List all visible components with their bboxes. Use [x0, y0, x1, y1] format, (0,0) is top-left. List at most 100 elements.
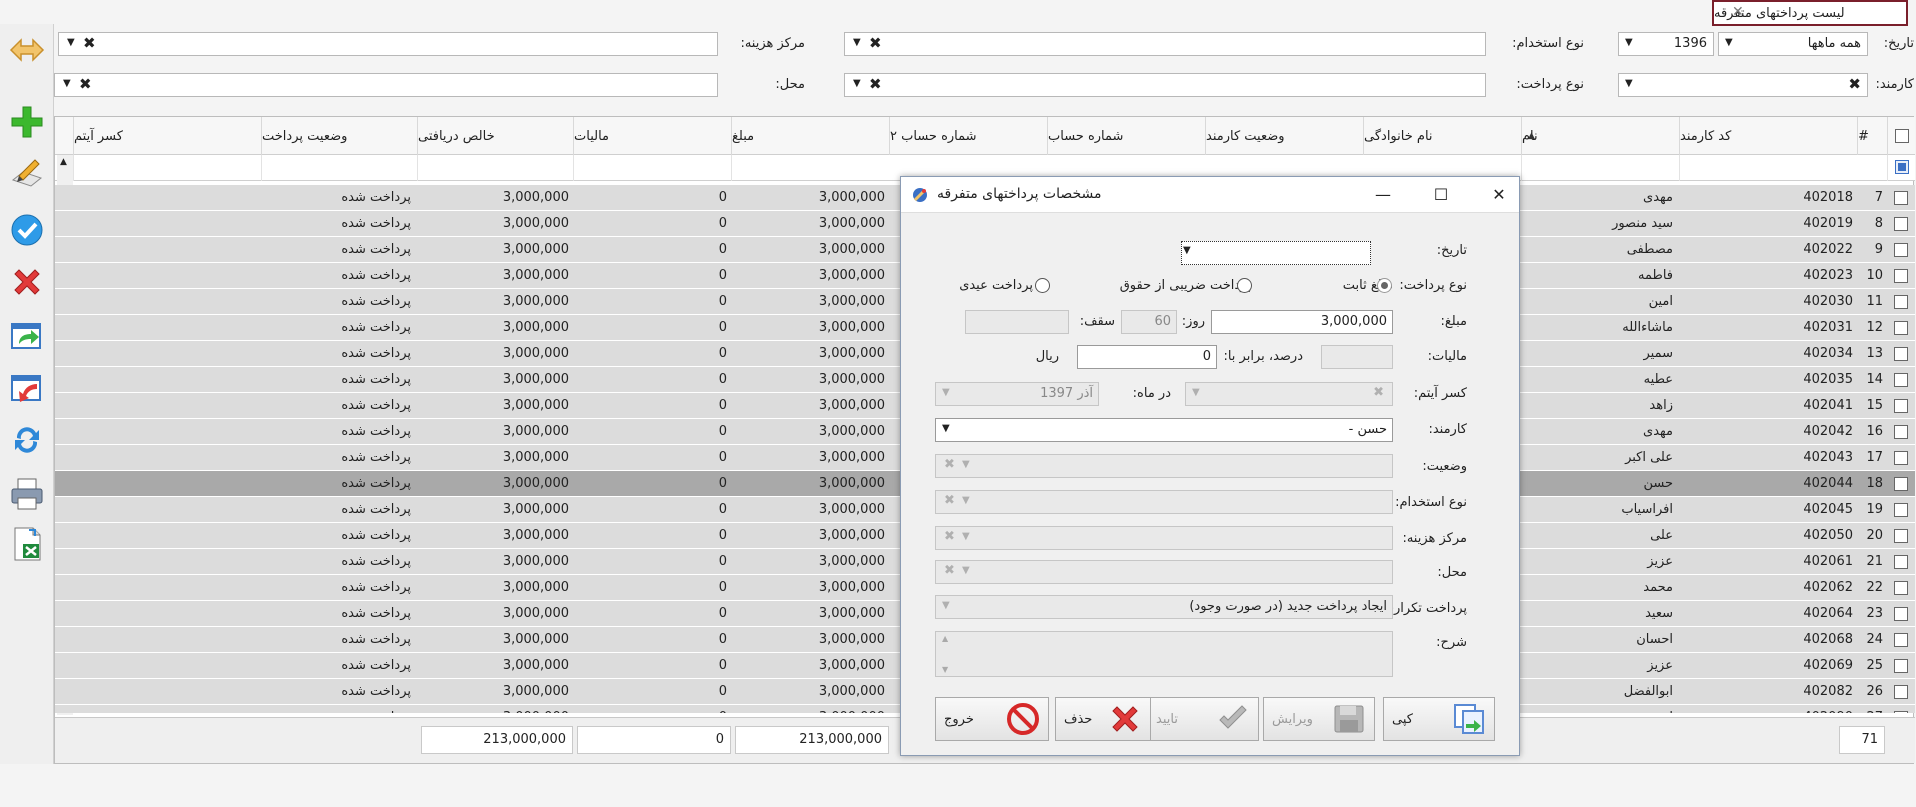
edit-button[interactable]: ویرایش — [1263, 697, 1375, 741]
print-icon[interactable] — [7, 474, 47, 514]
tax-percent-input[interactable] — [1321, 345, 1393, 369]
chevron-down-icon[interactable]: ▼ — [853, 78, 861, 89]
row-checkbox[interactable] — [1894, 373, 1908, 387]
chevron-down-icon[interactable]: ▼ — [63, 78, 71, 89]
clear-icon[interactable]: ✖ — [944, 457, 955, 472]
header-net-received[interactable]: خالص دریافتی — [417, 117, 573, 155]
row-checkbox[interactable] — [1894, 191, 1908, 205]
close-tab-icon[interactable]: ✕ — [1732, 4, 1744, 20]
chevron-down-icon[interactable]: ▼ — [1625, 78, 1633, 89]
row-checkbox[interactable] — [1894, 607, 1908, 621]
filter-cell[interactable] — [261, 155, 417, 181]
row-checkbox[interactable] — [1894, 217, 1908, 231]
swap-arrows-icon[interactable] — [7, 30, 47, 70]
header-payment-status[interactable]: وضعیت پرداخت — [261, 117, 417, 155]
filter-cell[interactable] — [1679, 155, 1887, 181]
header-deduction-item[interactable]: کسر آیتم — [73, 117, 261, 155]
dialog-status-select[interactable]: ✖ ▼ — [935, 454, 1393, 478]
header-account-no[interactable]: شماره حساب — [1047, 117, 1205, 155]
opt-coef-radio[interactable] — [1237, 278, 1252, 293]
chevron-down-icon[interactable]: ▼ — [962, 531, 970, 542]
clear-icon[interactable]: ✖ — [944, 493, 955, 508]
clear-icon[interactable]: ✖ — [869, 34, 882, 52]
clear-icon[interactable]: ✖ — [83, 34, 96, 52]
row-checkbox[interactable] — [1894, 711, 1908, 713]
deduct-item-select[interactable]: ✖ ▼ — [1185, 382, 1393, 406]
opt-fixed-radio[interactable] — [1377, 278, 1392, 293]
row-checkbox[interactable] — [1894, 243, 1908, 257]
filter-row-icon[interactable] — [1895, 160, 1909, 174]
delete-button[interactable]: حذف — [1055, 697, 1151, 741]
row-checkbox[interactable] — [1894, 555, 1908, 569]
filter-row-icon-cell[interactable] — [1887, 155, 1915, 181]
row-checkbox[interactable] — [1894, 347, 1908, 361]
location-select[interactable]: ✖ ▼ — [54, 73, 718, 97]
employment-type-select[interactable]: ✖ ▼ — [844, 32, 1486, 56]
clear-icon[interactable]: ✖ — [944, 529, 955, 544]
import-icon[interactable] — [7, 368, 47, 408]
clear-icon[interactable]: ✖ — [79, 75, 92, 93]
year-select[interactable]: 1396 ▼ — [1618, 32, 1714, 56]
minimize-icon[interactable]: — — [1371, 183, 1395, 207]
row-checkbox[interactable] — [1894, 425, 1908, 439]
maximize-icon[interactable]: ☐ — [1429, 183, 1453, 207]
chevron-down-icon[interactable]: ▼ — [1725, 37, 1733, 48]
chevron-down-icon[interactable]: ▼ — [942, 423, 950, 434]
chevron-down-icon[interactable]: ▼ — [942, 600, 950, 611]
header-account-no-2[interactable]: شماره حساب ۲ — [889, 117, 1047, 155]
header-employee-status[interactable]: وضعیت کارمند — [1205, 117, 1363, 155]
cost-center-select[interactable]: ✖ ▼ — [58, 32, 718, 56]
close-icon[interactable]: ✕ — [1487, 183, 1511, 207]
scroll-up-icon[interactable]: ▲ — [942, 634, 948, 643]
clear-icon[interactable]: ✖ — [1373, 385, 1384, 400]
chevron-down-icon[interactable]: ▼ — [67, 37, 75, 48]
filter-cell[interactable] — [417, 155, 573, 181]
clear-icon[interactable]: ✖ — [869, 75, 882, 93]
ceiling-input[interactable] — [965, 310, 1069, 334]
chevron-down-icon[interactable]: ▼ — [962, 565, 970, 576]
add-icon[interactable] — [7, 102, 47, 142]
row-checkbox[interactable] — [1894, 399, 1908, 413]
payment-type-select[interactable]: ✖ ▼ — [844, 73, 1486, 97]
month-picker[interactable]: آذر 1397 ▼ — [935, 382, 1099, 406]
filter-cell[interactable] — [1521, 155, 1679, 181]
dialog-date-input[interactable] — [1181, 241, 1371, 265]
dialog-cost-center-select[interactable]: ✖ ▼ — [935, 526, 1393, 550]
delete-icon[interactable] — [7, 262, 47, 302]
document-tab[interactable]: لیست پرداختهای متفرقه ✕ — [1712, 0, 1908, 26]
confirm-icon[interactable] — [7, 210, 47, 250]
tax-amount-input[interactable]: 0 — [1077, 345, 1217, 369]
header-name[interactable]: نام ▲ — [1521, 117, 1679, 155]
opt-eid-radio[interactable] — [1035, 278, 1050, 293]
filter-cell[interactable] — [73, 155, 261, 181]
chevron-down-icon[interactable]: ▼ — [1625, 37, 1633, 48]
header-tax[interactable]: مالیات — [573, 117, 731, 155]
dialog-location-select[interactable]: ✖ ▼ — [935, 560, 1393, 584]
recurring-select[interactable]: ایجاد پرداخت جدید (در صورت وجود) ▼ — [935, 595, 1393, 619]
row-checkbox[interactable] — [1894, 295, 1908, 309]
month-select[interactable]: همه ماهها ▼ — [1718, 32, 1868, 56]
header-employee-code[interactable]: کد کارمند — [1679, 117, 1857, 155]
chevron-down-icon[interactable]: ▼ — [1192, 387, 1200, 398]
employee-select[interactable]: ✖ ▼ — [1618, 73, 1868, 97]
chevron-down-icon[interactable]: ▼ — [942, 387, 950, 398]
dialog-employee-select[interactable]: حسن - ▼ — [935, 418, 1393, 442]
exit-button[interactable]: خروج — [935, 697, 1049, 741]
chevron-down-icon[interactable]: ▼ — [853, 37, 861, 48]
confirm-button[interactable]: تایید — [1147, 697, 1259, 741]
export-icon[interactable] — [7, 316, 47, 356]
row-checkbox[interactable] — [1894, 685, 1908, 699]
row-checkbox[interactable] — [1894, 477, 1908, 491]
row-checkbox[interactable] — [1894, 659, 1908, 673]
row-checkbox[interactable] — [1894, 633, 1908, 647]
chevron-down-icon[interactable]: ▼ — [962, 459, 970, 470]
filter-cell[interactable] — [573, 155, 731, 181]
chevron-down-icon[interactable]: ▼ — [962, 495, 970, 506]
row-checkbox[interactable] — [1894, 451, 1908, 465]
select-all-header[interactable] — [1887, 117, 1915, 155]
clear-icon[interactable]: ✖ — [944, 563, 955, 578]
refresh-icon[interactable] — [7, 420, 47, 460]
clear-icon[interactable]: ✖ — [1848, 75, 1861, 93]
excel-export-icon[interactable] — [7, 524, 47, 564]
row-checkbox[interactable] — [1894, 529, 1908, 543]
